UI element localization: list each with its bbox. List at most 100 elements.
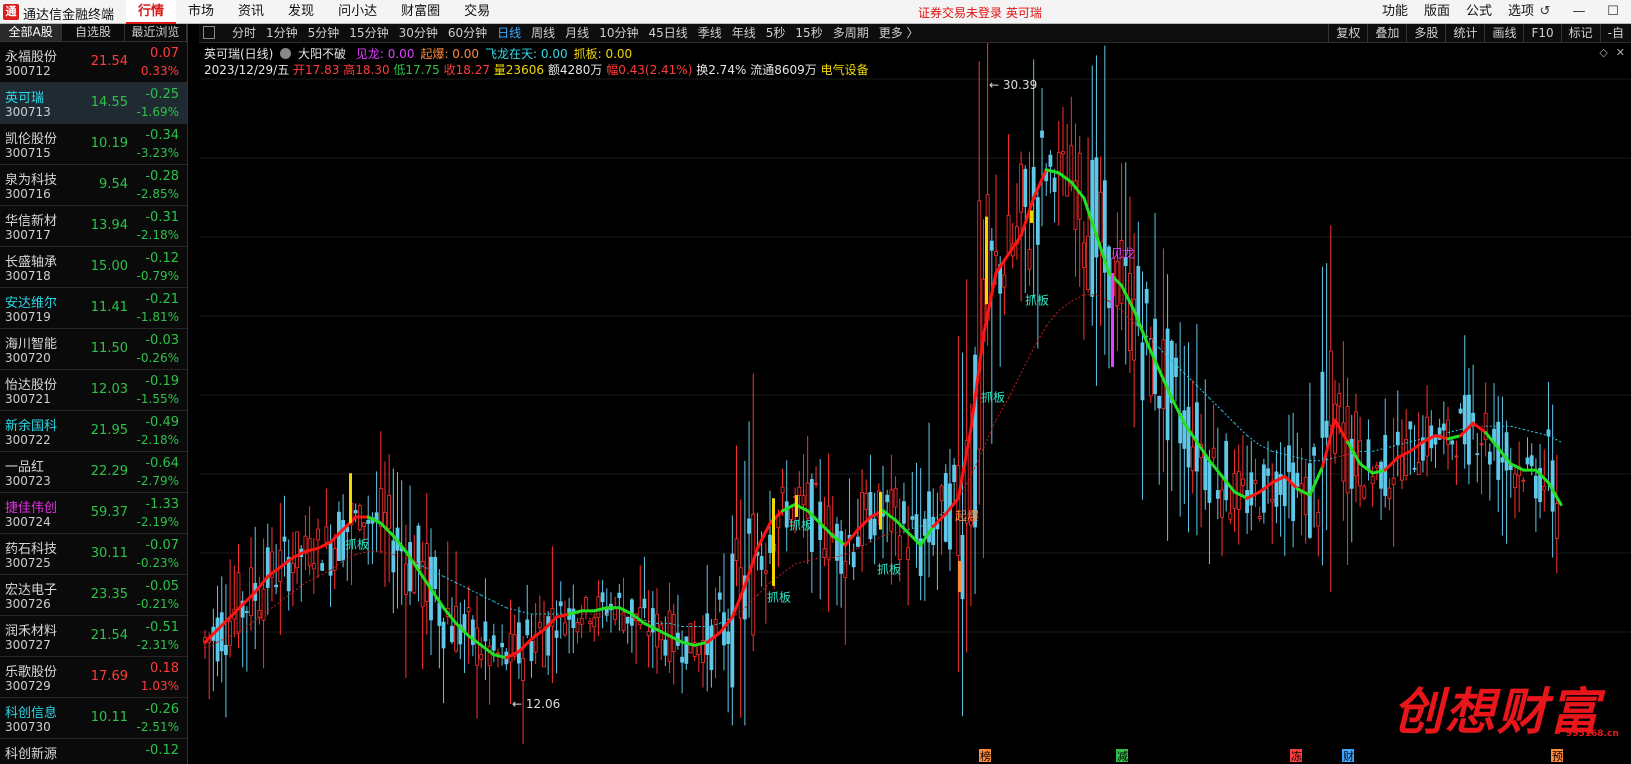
kline-candle-body — [1186, 406, 1191, 468]
stock-row[interactable]: 润禾材料 300727 21.54 -0.51 -2.31% — [0, 616, 187, 657]
chart-tool-6[interactable]: 标记 — [1560, 24, 1600, 43]
stock-row[interactable]: 药石科技 300725 30.11 -0.07 -0.23% — [0, 534, 187, 575]
price-low-label: ← 12.06 — [512, 697, 560, 711]
kline-candle-body — [1521, 479, 1526, 482]
stock-row[interactable]: 海川智能 300720 11.50 -0.03 -0.26% — [0, 329, 187, 370]
stock-row[interactable]: 长盛轴承 300718 15.00 -0.12 -0.79% — [0, 247, 187, 288]
kline-candle-body — [989, 240, 994, 251]
event-marker-text: 预 — [1552, 750, 1563, 763]
period-tab-7[interactable]: 周线 — [526, 24, 560, 43]
close-chart-icon[interactable]: ✕ — [1616, 46, 1625, 59]
stock-row[interactable]: 凯伦股份 300715 10.19 -0.34 -3.23% — [0, 124, 187, 165]
chart-tool-2[interactable]: 多股 — [1406, 24, 1445, 43]
chart-tool-0[interactable]: 复权 — [1328, 24, 1367, 43]
stock-change-pct: 1.03% — [140, 679, 179, 693]
chart-tool-4[interactable]: 画线 — [1484, 24, 1523, 43]
maximize-icon[interactable]: ☐ — [1596, 0, 1630, 24]
quote-sector[interactable]: 电气设备 — [821, 63, 869, 77]
stock-row[interactable]: 乐歌股份 300729 17.69 0.18 1.03% — [0, 657, 187, 698]
stock-tab-2[interactable]: 最近浏览 — [125, 24, 187, 41]
stock-change-pct: 0.33% — [140, 64, 179, 78]
period-tab-9[interactable]: 10分钟 — [594, 24, 643, 43]
stock-name: 捷佳伟创 — [5, 501, 58, 516]
period-tab-14[interactable]: 15秒 — [790, 24, 827, 43]
kline-candle-body — [1458, 408, 1463, 414]
panel-toggle-button[interactable] — [203, 26, 215, 39]
chart-tool-7[interactable]: -自 — [1599, 24, 1631, 43]
stock-code: 300722 — [5, 433, 51, 447]
kline-candle-body — [1077, 152, 1082, 220]
right-menu-item-0[interactable]: 功能 — [1374, 0, 1416, 24]
stock-row[interactable]: 永福股份 300712 21.54 0.07 0.33% — [0, 42, 187, 83]
stock-tab-0[interactable]: 全部A股 — [0, 24, 63, 41]
stock-row[interactable]: 新余国科 300722 21.95 -0.49 -2.18% — [0, 411, 187, 452]
period-tab-15[interactable]: 多周期 — [828, 24, 874, 43]
menu-item-0[interactable]: 行情 — [126, 0, 177, 24]
stock-row[interactable]: 捷佳伟创 300724 59.37 -1.33 -2.19% — [0, 493, 187, 534]
kline-candle-body — [1270, 498, 1275, 503]
period-tab-2[interactable]: 5分钟 — [303, 24, 345, 43]
stock-row[interactable]: 怡达股份 300721 12.03 -0.19 -1.55% — [0, 370, 187, 411]
quote-amount: 额4280万 — [547, 63, 603, 77]
period-tab-8[interactable]: 月线 — [560, 24, 594, 43]
kline-candle-body — [1027, 249, 1032, 270]
period-tab-0[interactable]: 分时 — [227, 24, 261, 43]
menu-item-2[interactable]: 资讯 — [226, 0, 276, 24]
stock-row[interactable]: 华信新材 300717 13.94 -0.31 -2.18% — [0, 206, 187, 247]
kline-candle-body — [717, 592, 722, 600]
chart-tool-1[interactable]: 叠加 — [1367, 24, 1406, 43]
stock-name: 英可瑞 — [5, 91, 45, 106]
stock-change: -0.28 — [145, 169, 179, 184]
indicator-name[interactable]: 大阳不破 — [298, 47, 346, 61]
menu-item-5[interactable]: 财富圈 — [389, 0, 452, 24]
stock-row[interactable]: 科创新源 -0.12 — [0, 739, 187, 764]
chart-tool-3[interactable]: 统计 — [1445, 24, 1484, 43]
menu-item-4[interactable]: 问小达 — [326, 0, 389, 24]
top-menu-bar: 通 通达信金融终端 行情 市场 资讯 发现 问小达 财富圈 交易 证券交易未登录 英可瑞 功… — [0, 0, 1631, 24]
kline-candle-body — [1220, 489, 1224, 518]
right-menu-item-2[interactable]: 公式 — [1458, 0, 1500, 24]
period-tab-12[interactable]: 年线 — [727, 24, 761, 43]
minimize-icon[interactable]: — — [1562, 0, 1596, 24]
chart-tool-5[interactable]: F10 — [1523, 24, 1560, 43]
expand-icon[interactable]: ◇ — [1599, 46, 1607, 59]
stock-name: 药石科技 — [5, 542, 58, 557]
period-tab-13[interactable]: 5秒 — [761, 24, 791, 43]
stock-row[interactable]: 英可瑞 300713 14.55 -0.25 -1.69% — [0, 83, 187, 124]
period-tab-10[interactable]: 45日线 — [643, 24, 692, 43]
stock-row[interactable]: 一品红 300723 22.29 -0.64 -2.79% — [0, 452, 187, 493]
kline-candle-body — [1487, 451, 1492, 465]
kline-chart[interactable]: 抓板抓板抓板抓板抓板抓板起爆见龙← 30.39← 12.06榜减冻财预 — [199, 43, 1631, 764]
right-menu-item-1[interactable]: 版面 — [1416, 0, 1458, 24]
indicator-settings-icon[interactable] — [280, 48, 292, 59]
kline-candle-body — [872, 518, 877, 536]
period-tab-16[interactable]: 更多 〉 — [874, 24, 924, 43]
period-tab-4[interactable]: 30分钟 — [394, 24, 443, 43]
stock-row[interactable]: 科创信息 300730 10.11 -0.26 -2.51% — [0, 698, 187, 739]
ma-slow-segment — [1259, 444, 1273, 452]
stock-change-pct: -2.19% — [136, 515, 179, 529]
period-tab-6[interactable]: 日线 — [492, 24, 526, 43]
refresh-icon[interactable]: ↺ — [1528, 0, 1562, 24]
period-tab-1[interactable]: 1分钟 — [261, 24, 303, 43]
menu-item-1[interactable]: 市场 — [176, 0, 226, 24]
stock-row[interactable]: 泉为科技 300716 9.54 -0.28 -2.85% — [0, 165, 187, 206]
stock-row[interactable]: 安达维尔 300719 11.41 -0.21 -1.81% — [0, 288, 187, 329]
signal-label: 见龙 — [1111, 246, 1135, 260]
kline-candle-body — [320, 563, 325, 571]
stock-row[interactable]: 宏达电子 300726 23.35 -0.05 -0.21% — [0, 575, 187, 616]
kline-candle-body — [688, 623, 693, 654]
stock-change: -0.07 — [145, 538, 179, 553]
kline-candle-body — [554, 630, 559, 638]
kline-chart-area[interactable]: 抓板 抓板 抓板 抓板 抓板 抓板 起爆 见龙 ← 30.39 ← 12.06 榜减冻财预 英可瑞(… — [199, 43, 1631, 764]
period-tab-3[interactable]: 15分钟 — [344, 24, 393, 43]
kline-candle-body — [646, 631, 651, 637]
menu-item-6[interactable]: 交易 — [452, 0, 502, 24]
stock-tab-1[interactable]: 自选股 — [62, 24, 125, 41]
stock-name: 安达维尔 — [5, 296, 58, 311]
ma-slow-segment — [267, 601, 281, 612]
period-tab-11[interactable]: 季线 — [693, 24, 727, 43]
kline-candle-body — [1462, 395, 1467, 445]
period-tab-5[interactable]: 60分钟 — [443, 24, 492, 43]
menu-item-3[interactable]: 发现 — [276, 0, 326, 24]
